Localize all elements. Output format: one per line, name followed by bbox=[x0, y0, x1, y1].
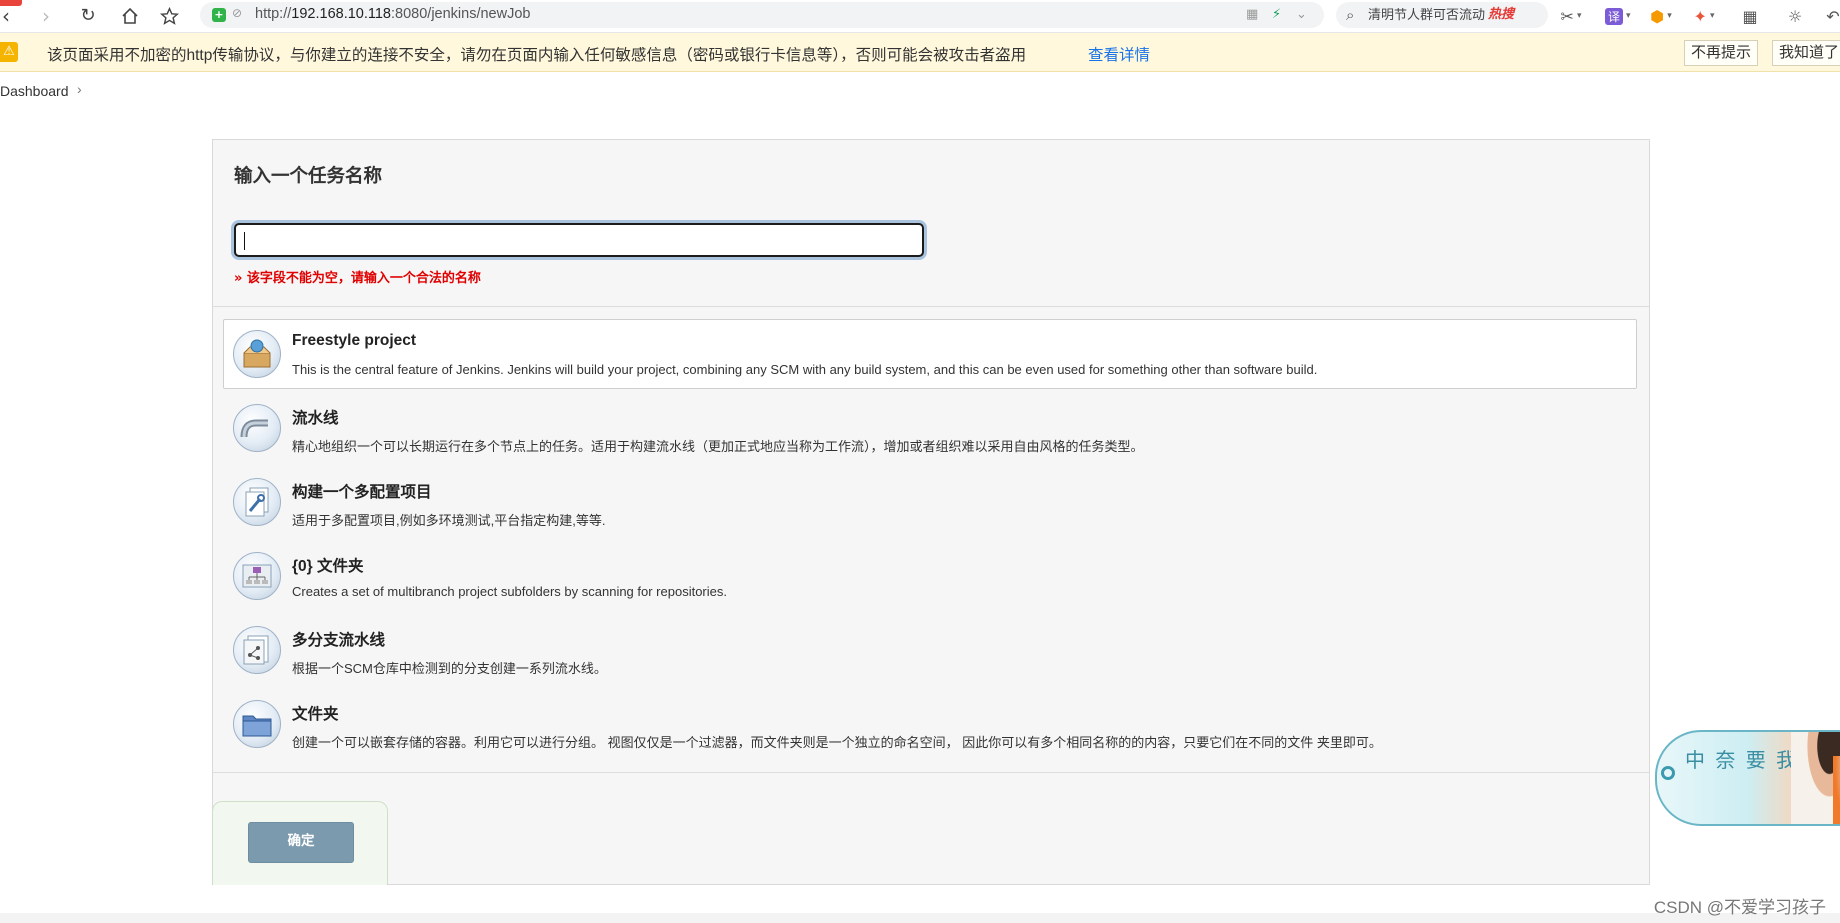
view-details-link[interactable]: 查看详情 bbox=[1088, 43, 1150, 65]
job-type-description: 精心地组织一个可以长期运行在多个节点上的任务。适用于构建流水线（更加正式地应当称… bbox=[292, 439, 1144, 454]
address-bar[interactable]: + ⊘ http://192.168.10.118:8080/jenkins/n… bbox=[200, 2, 1324, 28]
job-type-org-folder[interactable]: {0} 文件夹 Creates a set of multibranch pro… bbox=[223, 541, 1637, 611]
search-box[interactable]: ⌕ 清明节人群可否流动 热搜 bbox=[1336, 2, 1548, 28]
freestyle-icon bbox=[233, 330, 281, 378]
shield-icon: + bbox=[212, 8, 226, 22]
ad-text: 中 奈 要 我 bbox=[1685, 748, 1799, 772]
grid-apps-icon[interactable]: ▦ bbox=[1739, 5, 1761, 27]
brightness-icon[interactable]: ☼ bbox=[1784, 5, 1806, 27]
multibranch-icon bbox=[233, 626, 281, 674]
job-type-name: 文件夹 bbox=[292, 706, 339, 723]
divider bbox=[213, 772, 1649, 773]
org-folder-icon bbox=[233, 552, 281, 600]
job-type-description: 创建一个可以嵌套存储的容器。利用它可以进行分组。 视图仅仅是一个过滤器，而文件夹… bbox=[292, 735, 1382, 750]
home-icon[interactable] bbox=[118, 4, 142, 28]
insecure-icon: ⊘ bbox=[232, 6, 243, 20]
game-ext-icon[interactable]: ✦ ▾ bbox=[1693, 5, 1715, 27]
job-type-multibranch[interactable]: 多分支流水线 根据一个SCM仓库中检测到的分支创建一系列流水线。 bbox=[223, 615, 1637, 685]
job-type-folder[interactable]: 文件夹 创建一个可以嵌套存储的容器。利用它可以进行分组。 视图仅仅是一个过滤器，… bbox=[223, 689, 1637, 759]
new-job-panel: 输入一个任务名称 » 该字段不能为空，请输入一个合法的名称 Freestyle … bbox=[212, 139, 1650, 885]
shield-ext-icon[interactable]: ⬢ ▾ bbox=[1650, 5, 1672, 27]
csdn-watermark: CSDN @不爱学习孩子 bbox=[1653, 898, 1826, 917]
ok-button-area: 确定 bbox=[212, 801, 388, 885]
translate-icon[interactable]: 译 ▾ bbox=[1605, 5, 1631, 27]
folder-icon bbox=[233, 700, 281, 748]
job-type-pipeline[interactable]: 流水线 精心地组织一个可以长期运行在多个节点上的任务。适用于构建流水线（更加正式… bbox=[223, 393, 1637, 463]
pipeline-icon bbox=[233, 404, 281, 452]
qr-icon[interactable]: ▦ bbox=[1246, 7, 1258, 22]
job-type-name: 构建一个多配置项目 bbox=[292, 484, 432, 501]
floating-ad[interactable]: 中 奈 要 我 bbox=[1655, 730, 1840, 826]
reload-icon[interactable]: ↻ bbox=[76, 4, 100, 28]
no-remind-button[interactable]: 不再提示 bbox=[1684, 40, 1759, 66]
job-type-freestyle[interactable]: Freestyle project This is the central fe… bbox=[223, 319, 1637, 389]
scissors-icon[interactable]: ✂ ▾ bbox=[1560, 5, 1582, 27]
lightning-icon[interactable]: ⚡ bbox=[1272, 7, 1281, 22]
footer-strip bbox=[0, 913, 1840, 923]
back-icon[interactable]: ‹ bbox=[0, 4, 18, 28]
job-type-description: 适用于多配置项目,例如多环境测试,平台指定构建,等等. bbox=[292, 513, 606, 528]
bookmark-star-icon[interactable] bbox=[157, 4, 181, 28]
ok-button[interactable]: 确定 bbox=[248, 822, 354, 863]
job-type-description: Creates a set of multibranch project sub… bbox=[292, 584, 727, 599]
ad-person-image bbox=[1833, 756, 1840, 824]
search-text: 清明节人群可否流动 bbox=[1368, 7, 1486, 22]
swirl-icon bbox=[1661, 766, 1675, 780]
http-warning-bar: ⚠ 该页面采用不加密的http传输协议，与你建立的连接不安全，请勿在页面内输入任… bbox=[0, 33, 1840, 72]
job-type-name: Freestyle project bbox=[292, 332, 417, 349]
breadcrumb-dashboard[interactable]: Dashboard bbox=[0, 83, 69, 99]
divider bbox=[213, 306, 1649, 307]
job-type-multi-config[interactable]: 构建一个多配置项目 适用于多配置项目,例如多环境测试,平台指定构建,等等. bbox=[223, 467, 1637, 537]
url-text: http://192.168.10.118:8080/jenkins/newJo… bbox=[255, 6, 531, 22]
browser-toolbar: ‹ › ↻ + ⊘ http://192.168.10.118:8080/jen… bbox=[0, 0, 1840, 33]
warning-icon: ⚠ bbox=[0, 42, 18, 62]
validation-error: » 该字段不能为空，请输入一个合法的名称 bbox=[234, 271, 481, 286]
undo-icon[interactable]: ↶ bbox=[1822, 5, 1840, 27]
hot-search-badge: 热搜 bbox=[1488, 7, 1515, 22]
forward-icon[interactable]: › bbox=[34, 4, 58, 28]
text-caret bbox=[244, 232, 245, 250]
multi-config-icon bbox=[233, 478, 281, 526]
job-type-name: 流水线 bbox=[292, 410, 339, 427]
job-type-name: {0} 文件夹 bbox=[292, 558, 364, 575]
breadcrumb: Dashboard › bbox=[0, 81, 82, 99]
got-it-button[interactable]: 我知道了 bbox=[1772, 40, 1840, 66]
chevron-right-icon[interactable]: › bbox=[77, 81, 82, 97]
item-name-input[interactable] bbox=[234, 223, 924, 257]
chevron-down-icon[interactable]: ⌄ bbox=[1296, 7, 1307, 22]
page-title: 输入一个任务名称 bbox=[234, 166, 383, 187]
warning-text: 该页面采用不加密的http传输协议，与你建立的连接不安全，请勿在页面内输入任何敏… bbox=[47, 47, 1027, 64]
job-type-name: 多分支流水线 bbox=[292, 632, 386, 649]
search-icon: ⌕ bbox=[1346, 6, 1355, 24]
job-type-description: This is the central feature of Jenkins. … bbox=[292, 362, 1318, 377]
job-type-description: 根据一个SCM仓库中检测到的分支创建一系列流水线。 bbox=[292, 661, 607, 676]
